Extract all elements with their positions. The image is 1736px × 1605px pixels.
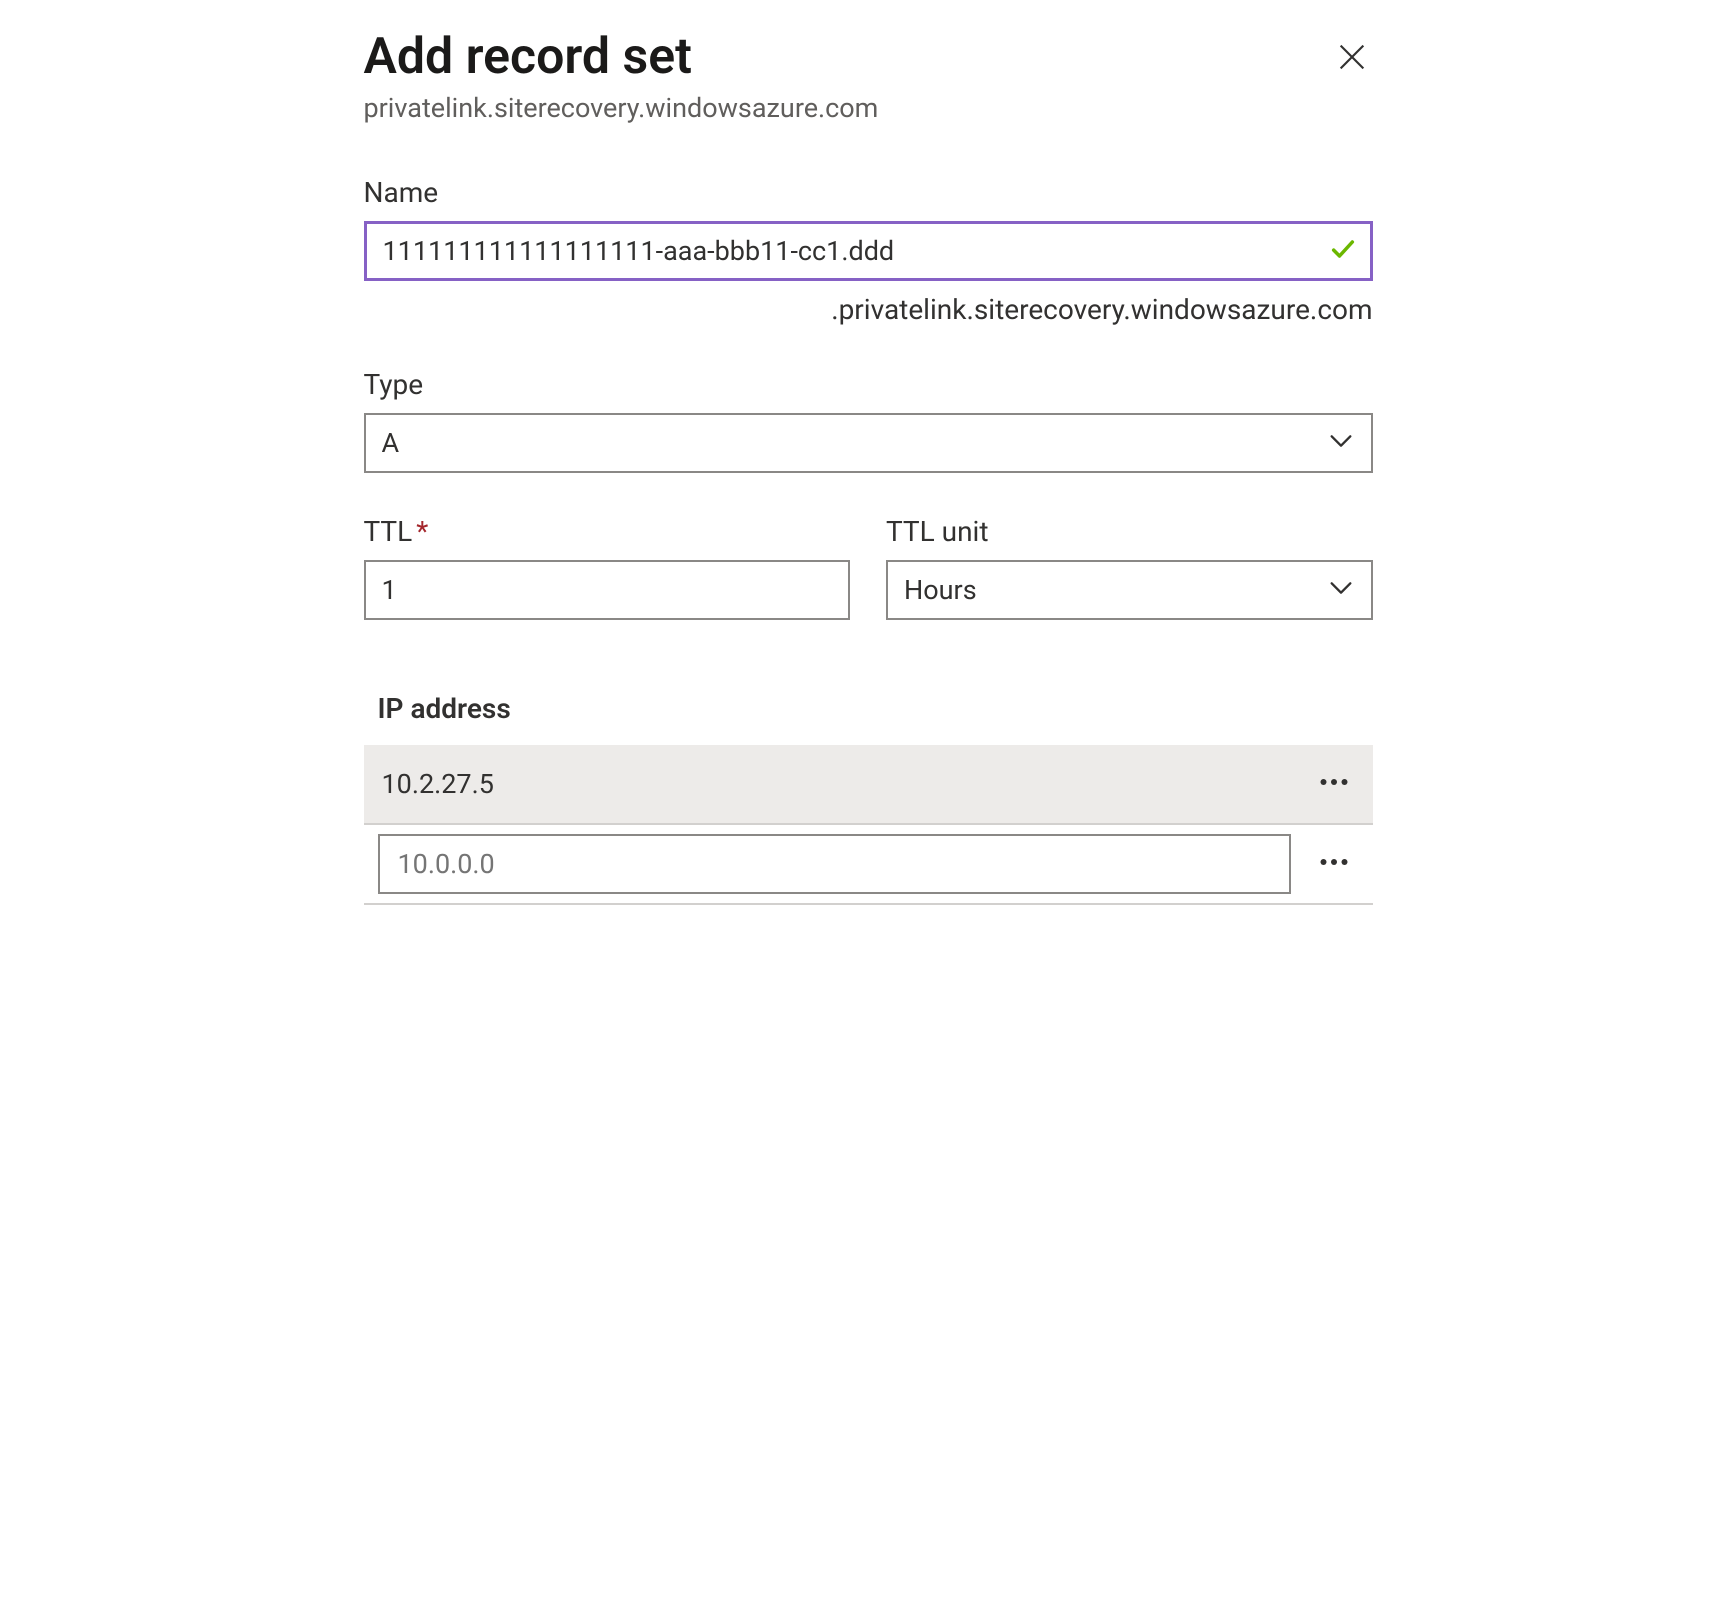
check-icon: [1329, 235, 1357, 267]
ip-address-input[interactable]: [396, 847, 1273, 881]
add-record-set-blade: Add record set privatelink.siterecovery.…: [316, 0, 1421, 905]
ttl-field: TTL*: [364, 515, 851, 620]
name-field: Name .privatelink.siterecovery.windowsaz…: [364, 176, 1373, 326]
ip-address-section: IP address 10.2.27.5: [364, 692, 1373, 905]
type-select[interactable]: [364, 413, 1373, 473]
ttl-label-text: TTL: [364, 515, 413, 548]
ip-row-more-button[interactable]: [1309, 844, 1359, 884]
ip-address-value: 10.2.27.5: [378, 768, 1309, 800]
ttl-unit-select-wrap: [886, 560, 1373, 620]
close-icon: [1335, 40, 1369, 78]
ttl-unit-label: TTL unit: [886, 515, 1373, 548]
blade-title: Add record set: [364, 28, 1331, 86]
blade-subtitle: privatelink.siterecovery.windowsazure.co…: [364, 92, 1331, 124]
ttl-unit-field: TTL unit: [886, 515, 1373, 620]
name-suffix: .privatelink.siterecovery.windowsazure.c…: [364, 293, 1373, 326]
ttl-row: TTL* TTL unit: [364, 515, 1373, 620]
type-label: Type: [364, 368, 1373, 401]
name-input[interactable]: [364, 221, 1373, 281]
close-button[interactable]: [1331, 38, 1373, 80]
ip-input-box: [378, 834, 1291, 894]
more-icon: [1316, 764, 1352, 804]
name-input-wrap: [364, 221, 1373, 281]
ttl-input[interactable]: [364, 560, 851, 620]
more-icon: [1316, 844, 1352, 884]
ip-address-heading: IP address: [378, 692, 1373, 725]
ip-row-more-button[interactable]: [1309, 764, 1359, 804]
ip-row-new: [364, 825, 1373, 905]
title-block: Add record set privatelink.siterecovery.…: [364, 28, 1331, 124]
type-select-wrap: [364, 413, 1373, 473]
name-label: Name: [364, 176, 1373, 209]
type-field: Type: [364, 368, 1373, 473]
ttl-unit-select[interactable]: [886, 560, 1373, 620]
blade-header: Add record set privatelink.siterecovery.…: [364, 28, 1373, 124]
required-indicator: *: [416, 515, 428, 548]
ip-row-existing: 10.2.27.5: [364, 745, 1373, 825]
ttl-label: TTL*: [364, 515, 851, 548]
